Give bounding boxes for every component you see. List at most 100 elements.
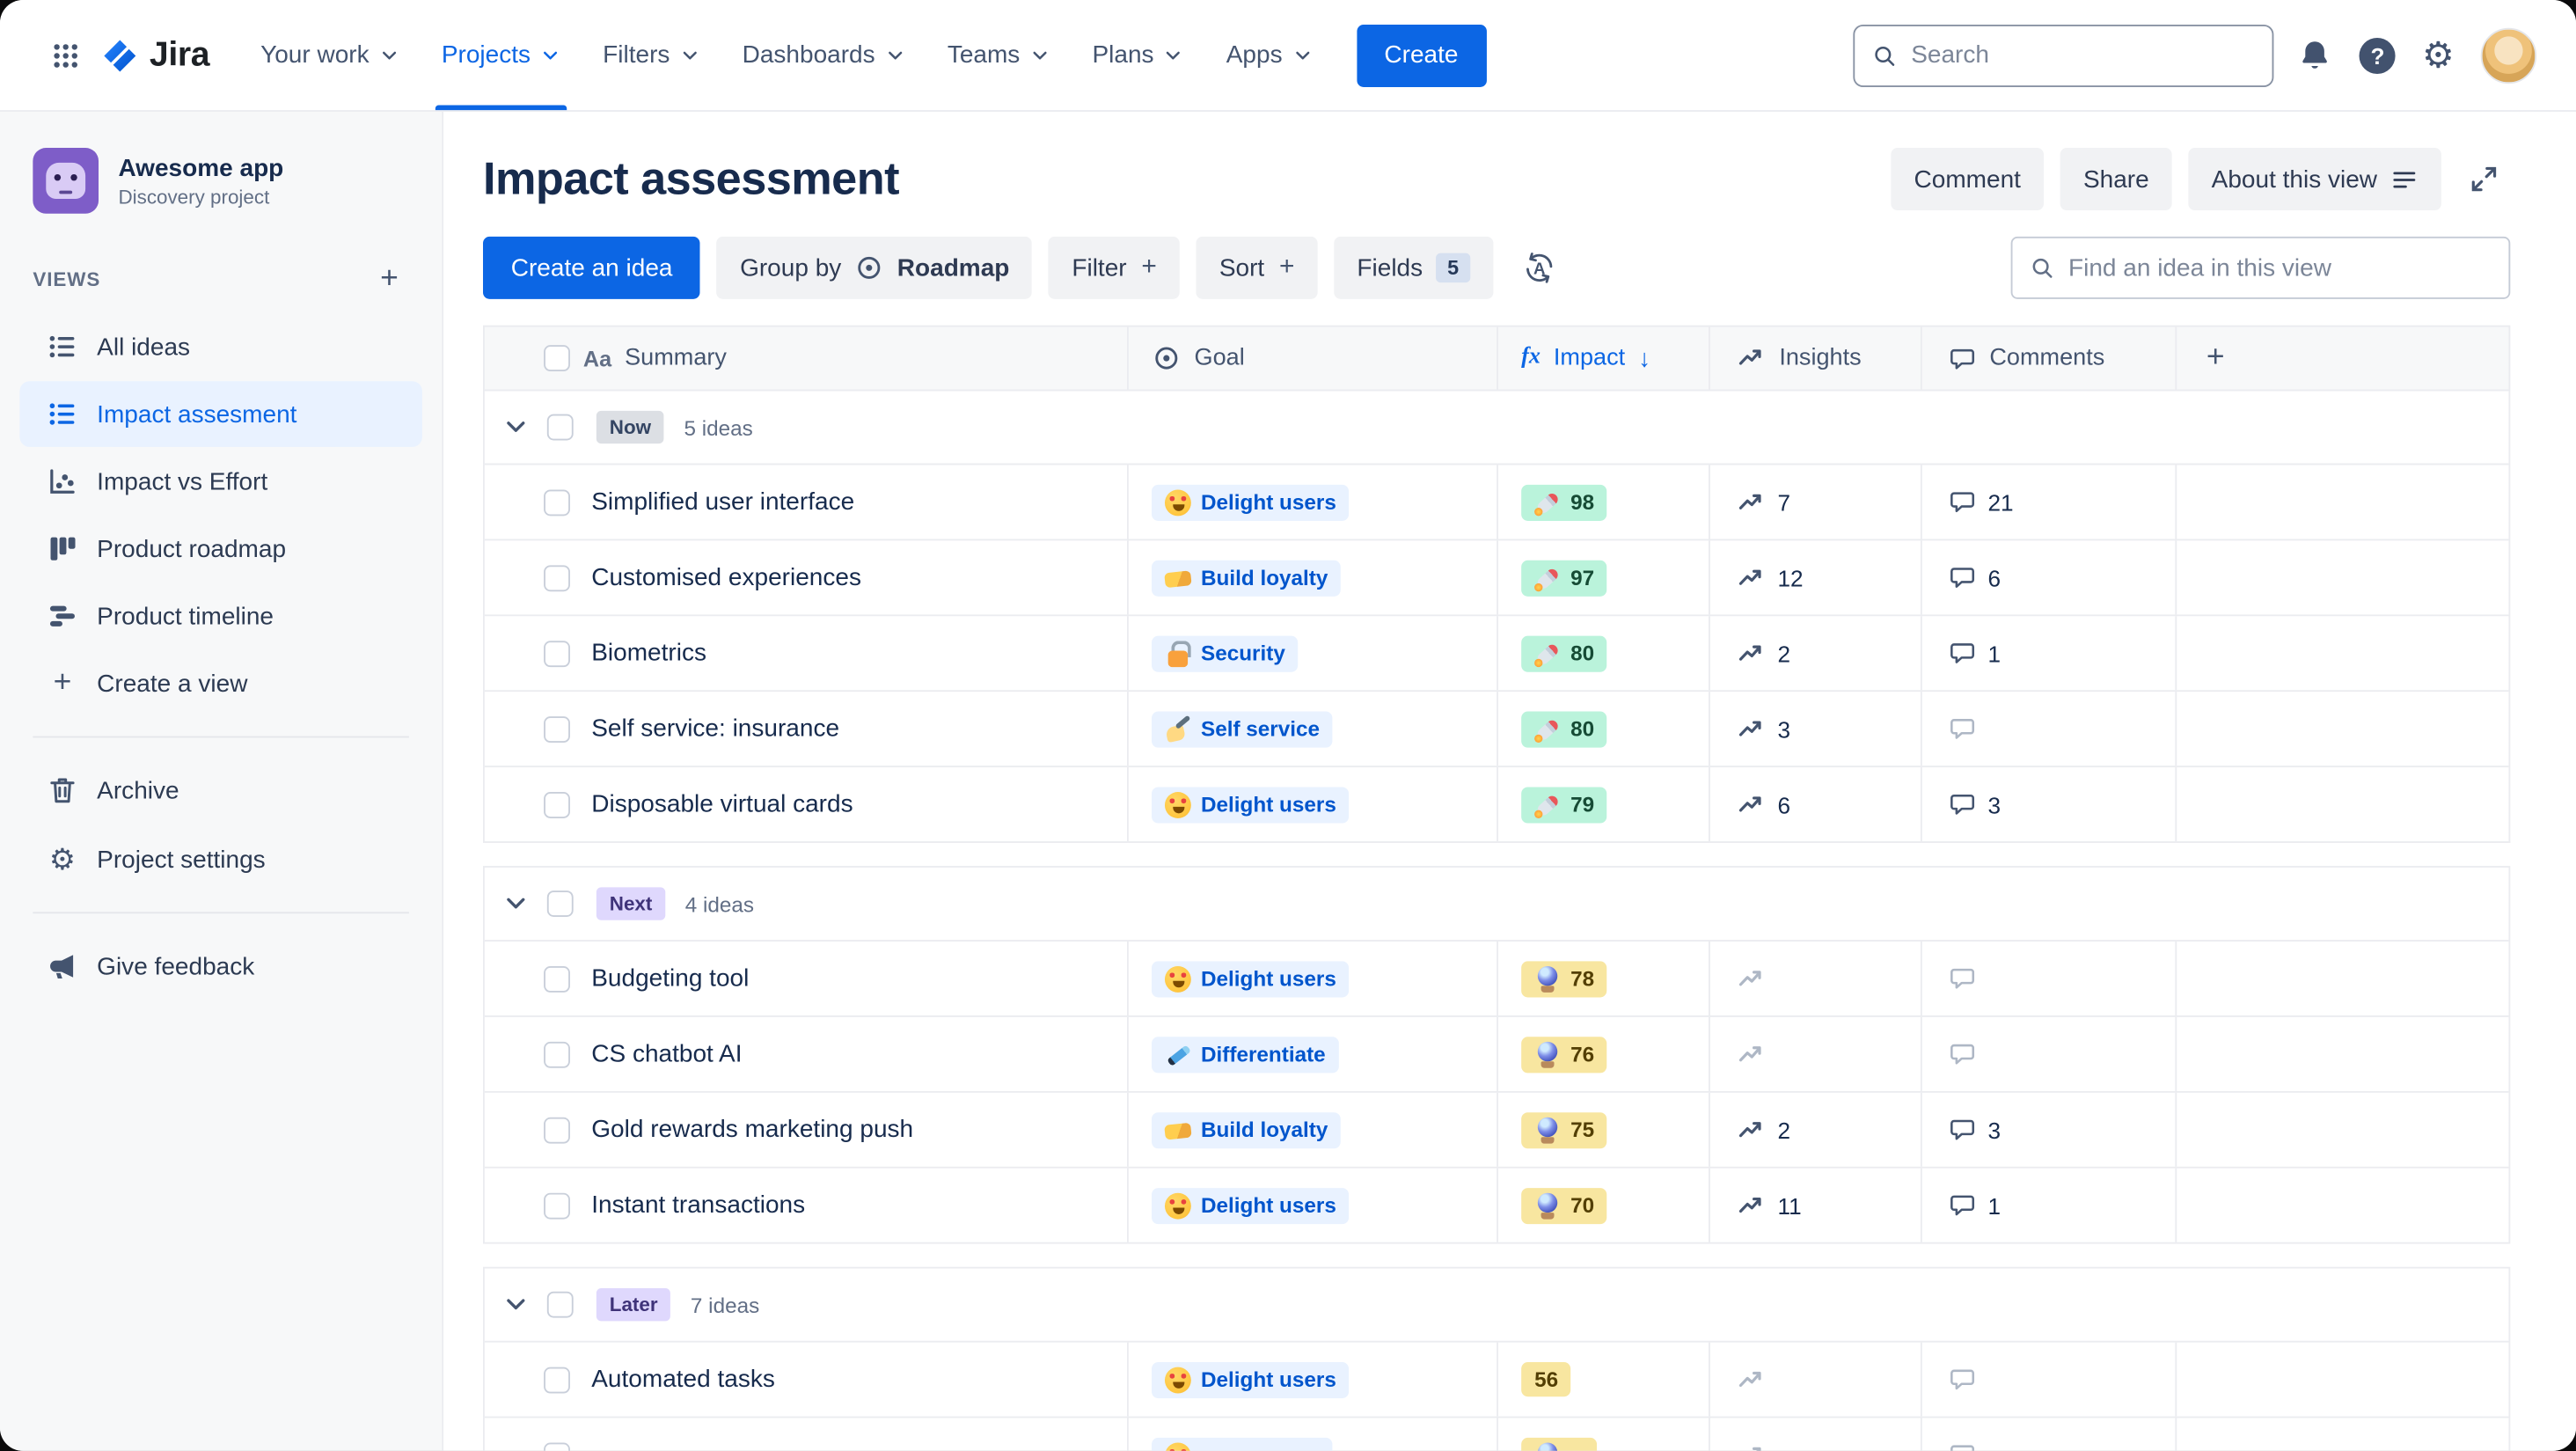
help-button[interactable]: ? — [2360, 37, 2397, 74]
impact-chip[interactable]: 76 — [1521, 1036, 1608, 1073]
goal-chip[interactable]: Build loyalty — [1152, 1111, 1342, 1148]
notifications-button[interactable] — [2297, 37, 2333, 73]
impact-chip[interactable]: 75 — [1521, 1111, 1608, 1148]
goal-chip[interactable]: Build loyalty — [1152, 559, 1342, 596]
sidebar-item-archive[interactable]: Archive — [19, 758, 421, 824]
impact-chip[interactable]: 70 — [1521, 1187, 1608, 1224]
impact-chip[interactable]: 56 — [1521, 1362, 1572, 1397]
nav-your-work[interactable]: Your work — [239, 0, 421, 110]
goal-chip[interactable]: Delight users — [1152, 786, 1350, 823]
filter-button[interactable]: Filter + — [1049, 236, 1181, 299]
ideas-table: Aa Summary Goal fx Impact ↓ Insights Com… — [483, 325, 2511, 1451]
jira-logo[interactable]: Jira — [102, 35, 210, 75]
goal-chip[interactable]: Delight users — [1152, 960, 1350, 997]
sidebar-item-product-roadmap[interactable]: Product roadmap — [19, 516, 421, 582]
create-idea-button[interactable]: Create an idea — [483, 236, 701, 299]
impact-chip[interactable]: 80 — [1521, 710, 1608, 747]
column-header-add: + — [2177, 327, 2508, 390]
row-checkbox[interactable] — [544, 564, 570, 591]
row-checkbox[interactable] — [544, 1366, 570, 1393]
settings-button[interactable]: ⚙ — [2422, 36, 2455, 73]
table-row[interactable]: Budgeting tool Delight users 78 — [484, 940, 2509, 1016]
table-row[interactable]: Disposable virtual cards Delight users 7… — [484, 766, 2509, 842]
row-checkbox[interactable] — [544, 1040, 570, 1067]
fields-button[interactable]: Fields 5 — [1334, 236, 1494, 299]
goal-chip[interactable]: Self service — [1152, 710, 1333, 747]
column-header-goal[interactable]: Goal — [1129, 326, 1499, 390]
row-checkbox[interactable] — [544, 640, 570, 667]
comment-button[interactable]: Comment — [1891, 148, 2045, 211]
sidebar-item-impact-assessment[interactable]: Impact assesment — [19, 381, 422, 447]
row-checkbox[interactable] — [544, 965, 570, 992]
column-header-summary[interactable]: Aa Summary — [485, 326, 1129, 390]
sidebar-item-all-ideas[interactable]: All ideas — [19, 314, 421, 380]
row-checkbox[interactable] — [544, 715, 570, 743]
row-checkbox[interactable] — [544, 488, 570, 516]
nav-dashboards[interactable]: Dashboards — [721, 0, 926, 110]
project-header[interactable]: Awesome app Discovery project — [0, 144, 442, 239]
global-search[interactable] — [1853, 24, 2274, 87]
nav-apps[interactable]: Apps — [1204, 0, 1333, 110]
nav-filters[interactable]: Filters — [582, 0, 721, 110]
sidebar-item-project-settings[interactable]: ⚙ Project settings — [19, 826, 421, 892]
create-button[interactable]: Create — [1356, 24, 1487, 87]
goal-chip[interactable]: Delight users — [1152, 1187, 1350, 1224]
row-checkbox[interactable] — [544, 1441, 570, 1451]
goal-chip[interactable]: Differentiate — [1152, 1036, 1339, 1073]
column-header-impact[interactable]: fx Impact ↓ — [1498, 326, 1710, 390]
table-row[interactable]: Gold rewards marketing push Build loyalt… — [484, 1090, 2509, 1167]
group-by-button[interactable]: Group by Roadmap — [716, 236, 1033, 299]
row-checkbox[interactable] — [544, 1116, 570, 1143]
add-view-button[interactable]: + — [370, 260, 409, 299]
add-column-button[interactable]: + — [2206, 341, 2225, 377]
about-this-view-button[interactable]: About this view — [2188, 148, 2441, 211]
nav-plans[interactable]: Plans — [1071, 0, 1204, 110]
sidebar-item-create-a-view[interactable]: + Create a view — [19, 650, 421, 716]
impact-chip[interactable]: 98 — [1521, 483, 1608, 521]
table-row[interactable]: Biometrics Security 80 2 1 — [484, 614, 2509, 691]
impact-chip[interactable]: 80 — [1521, 634, 1608, 671]
group-checkbox[interactable] — [546, 414, 574, 441]
goal-chip[interactable]: Delight users — [1152, 483, 1350, 521]
goal-chip[interactable] — [1152, 1436, 1333, 1451]
find-idea-search[interactable] — [2010, 236, 2511, 299]
user-avatar[interactable] — [2480, 26, 2537, 84]
sidebar-item-product-timeline[interactable]: Product timeline — [19, 583, 421, 649]
nav-teams[interactable]: Teams — [926, 0, 1072, 110]
impact-chip[interactable]: 79 — [1521, 786, 1608, 823]
table-row[interactable]: Automated tasks Delight users 56 — [484, 1340, 2509, 1417]
column-header-insights[interactable]: Insights — [1710, 326, 1922, 390]
table-row-partial[interactable] — [484, 1416, 2509, 1451]
collapse-group-button[interactable] — [498, 886, 534, 922]
table-row[interactable]: Instant transactions Delight users 70 11… — [484, 1166, 2509, 1242]
select-all-checkbox[interactable] — [544, 345, 570, 372]
sidebar-item-impact-vs-effort[interactable]: Impact vs Effort — [19, 449, 421, 515]
insights-count: 12 — [1777, 564, 1804, 591]
app-switcher-button[interactable] — [40, 29, 92, 82]
table-row[interactable]: Self service: insurance Self service 80 … — [484, 690, 2509, 766]
auto-sort-button[interactable] — [1510, 238, 1569, 297]
global-search-input[interactable] — [1911, 40, 2257, 70]
row-checkbox[interactable] — [544, 1191, 570, 1219]
table-row[interactable]: CS chatbot AI Differentiate 76 — [484, 1015, 2509, 1091]
group-checkbox[interactable] — [546, 890, 574, 917]
nav-projects[interactable]: Projects — [421, 0, 582, 111]
table-row[interactable]: Simplified user interface Delight users … — [484, 463, 2509, 539]
collapse-group-button[interactable] — [498, 1286, 534, 1323]
sort-button[interactable]: Sort + — [1196, 236, 1318, 299]
chevron-down-icon — [885, 45, 904, 64]
fullscreen-button[interactable] — [2458, 153, 2511, 206]
group-checkbox[interactable] — [546, 1291, 574, 1318]
column-header-comments[interactable]: Comments — [1922, 326, 2177, 390]
row-checkbox[interactable] — [544, 791, 570, 818]
impact-chip[interactable] — [1521, 1436, 1598, 1451]
table-row[interactable]: Customised experiences Build loyalty 97 … — [484, 539, 2509, 615]
find-idea-input[interactable] — [2067, 253, 2492, 282]
goal-chip[interactable]: Delight users — [1152, 1361, 1350, 1398]
collapse-group-button[interactable] — [498, 409, 534, 445]
impact-chip[interactable]: 97 — [1521, 559, 1608, 596]
share-button[interactable]: Share — [2060, 148, 2172, 211]
goal-chip[interactable]: Security — [1152, 634, 1299, 671]
impact-chip[interactable]: 78 — [1521, 960, 1608, 997]
sidebar-item-give-feedback[interactable]: Give feedback — [19, 934, 421, 1000]
